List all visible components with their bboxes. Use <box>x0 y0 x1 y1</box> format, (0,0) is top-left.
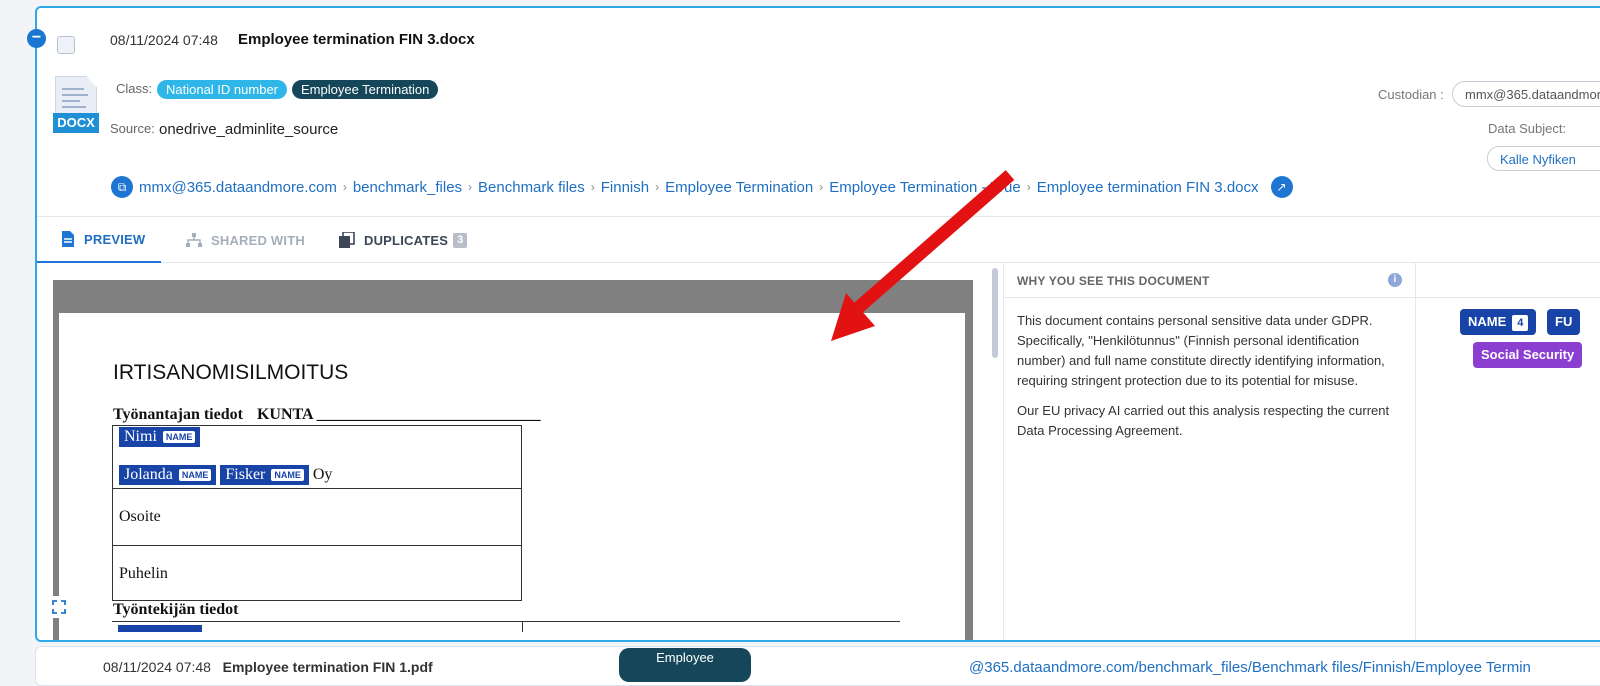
entity-chip-label: NAME <box>1468 314 1507 329</box>
why-heading: WHY YOU SEE THIS DOCUMENT i <box>1004 263 1415 298</box>
copy-icon <box>339 232 355 248</box>
entity-chip-social-security[interactable]: Social Security <box>1473 342 1583 368</box>
class-chip-national-id[interactable]: National ID number <box>157 80 287 99</box>
file-type-badge: DOCX <box>53 113 99 133</box>
tab-duplicates[interactable]: DUPLICATES 3 <box>339 217 468 263</box>
employee-heading: Työntekijän tiedot <box>113 601 239 618</box>
entity-text: Nimi <box>124 428 157 445</box>
duplicates-count-badge: 3 <box>453 232 468 248</box>
next-breadcrumb[interactable]: @365.dataandmore.com/benchmark_files/Ben… <box>969 659 1531 676</box>
chevron-right-icon: › <box>655 180 660 194</box>
entities-panel-header <box>1416 263 1600 298</box>
why-body: This document contains personal sensitiv… <box>1004 298 1415 640</box>
why-heading-text: WHY YOU SEE THIS DOCUMENT <box>1017 274 1210 288</box>
document-card: 08/11/2024 07:48 Employee termination FI… <box>35 6 1600 642</box>
custodian-label: Custodian : <box>1378 87 1444 102</box>
collapse-icon[interactable]: − <box>27 29 46 48</box>
docx-file-icon: DOCX <box>53 76 99 134</box>
source-value: onedrive_adminlite_source <box>159 121 339 138</box>
copy-path-icon[interactable]: ⧉ <box>111 176 133 198</box>
why-panel: WHY YOU SEE THIS DOCUMENT i This documen… <box>1003 263 1415 640</box>
tab-bar: PREVIEW SHARED WITH DUPLICATES 3 <box>37 216 1600 263</box>
table-row: Nimi NAME Jolanda NAME Fisker NAME Oy <box>113 426 521 489</box>
class-label: Class: <box>116 81 153 96</box>
breadcrumb-item[interactable]: benchmark_files <box>353 179 462 196</box>
sitemap-icon <box>186 233 202 247</box>
next-document-card: 08/11/2024 07:48 Employee termination FI… <box>35 646 1600 686</box>
employer-table: Nimi NAME Jolanda NAME Fisker NAME Oy Osoit… <box>112 425 522 601</box>
breadcrumb-item[interactable]: Employee Termination - True <box>829 179 1020 196</box>
external-link-icon[interactable]: ↗ <box>1270 176 1293 198</box>
entities-panel: NAME 4 FU Social Security <box>1415 263 1600 640</box>
tab-label: SHARED WITH <box>211 232 305 248</box>
fullscreen-button[interactable] <box>48 596 70 618</box>
table-divider <box>522 622 523 632</box>
document-icon <box>62 231 74 247</box>
employer-heading-text: Työnantajan tiedot <box>113 406 243 423</box>
expand-icon <box>52 600 66 614</box>
select-checkbox[interactable] <box>57 36 75 54</box>
source-label: Source: <box>110 121 155 136</box>
chevron-right-icon: › <box>1026 180 1031 194</box>
class-chip-employee-termination[interactable]: Employee Termination <box>292 80 439 99</box>
tab-shared-with[interactable]: SHARED WITH <box>186 217 305 263</box>
employer-name-line: Jolanda NAME Fisker NAME Oy <box>119 465 332 485</box>
employer-heading: Työnantajan tiedot KUNTA ________________… <box>113 406 541 424</box>
phone-label: Puhelin <box>119 565 168 582</box>
entity-text: Jolanda <box>124 466 173 483</box>
file-line <box>62 94 88 96</box>
breadcrumb: ⧉ mmx@365.dataandmore.com › benchmark_fi… <box>111 175 1293 199</box>
employee-table <box>112 621 900 632</box>
info-icon[interactable]: i <box>1388 273 1402 287</box>
file-line <box>62 100 80 102</box>
preview-page: IRTISANOMISILMOITUS Työnantajan tiedot KU… <box>59 313 965 640</box>
entity-highlight-name[interactable]: Jolanda NAME <box>119 465 217 485</box>
chevron-right-icon: › <box>590 180 595 194</box>
why-paragraph: Our EU privacy AI carried out this analy… <box>1017 403 1390 438</box>
chevron-right-icon: › <box>342 180 347 194</box>
breadcrumb-item[interactable]: Benchmark files <box>478 179 585 196</box>
table-row: Osoite <box>113 489 521 546</box>
file-name[interactable]: Employee termination FIN 3.docx <box>238 31 475 48</box>
entity-chip-fullname[interactable]: FU <box>1547 309 1581 335</box>
why-paragraph: This document contains personal sensitiv… <box>1017 313 1385 388</box>
entity-chip-count: 4 <box>1512 314 1529 331</box>
breadcrumb-item[interactable]: Employee termination FIN 3.docx <box>1037 179 1259 196</box>
breadcrumb-item[interactable]: Finnish <box>601 179 649 196</box>
chevron-right-icon: › <box>468 180 473 194</box>
preview-scrollbar[interactable] <box>992 268 998 358</box>
entity-tag: NAME <box>162 431 196 443</box>
breadcrumb-item[interactable]: Employee Termination <box>665 179 813 196</box>
tab-label: DUPLICATES <box>364 232 449 248</box>
tab-preview[interactable]: PREVIEW <box>37 217 161 263</box>
company-suffix: Oy <box>312 466 333 483</box>
entity-highlight-name[interactable]: Nimi NAME <box>119 427 201 447</box>
kunta-field: KUNTA ____________________________ <box>256 406 541 423</box>
data-subject-chip[interactable]: Kalle Nyfiken <box>1487 146 1600 171</box>
next-class-chip[interactable]: Employee <box>619 648 751 682</box>
file-line <box>62 88 84 90</box>
file-line <box>62 106 86 108</box>
tab-label: PREVIEW <box>84 231 146 247</box>
entity-highlight-name[interactable]: Fisker NAME <box>220 465 309 485</box>
entity-tag: NAME <box>271 469 304 481</box>
entity-chip-name[interactable]: NAME 4 <box>1460 309 1537 335</box>
address-label: Osoite <box>119 508 161 525</box>
document-preview[interactable]: IRTISANOMISILMOITUS Työnantajan tiedot KU… <box>53 280 973 640</box>
entity-highlight-partial <box>118 625 202 632</box>
entity-text: Fisker <box>225 466 266 483</box>
data-subject-label: Data Subject: <box>1488 121 1567 136</box>
entity-tag: NAME <box>178 469 212 481</box>
chevron-right-icon: › <box>819 180 824 194</box>
custodian-field[interactable]: mmx@365.dataandmore.com <box>1452 81 1600 107</box>
table-row: Puhelin <box>113 546 521 602</box>
breadcrumb-item[interactable]: mmx@365.dataandmore.com <box>139 179 337 196</box>
preview-title: IRTISANOMISILMOITUS <box>113 361 349 384</box>
timestamp: 08/11/2024 07:48 <box>110 32 218 48</box>
